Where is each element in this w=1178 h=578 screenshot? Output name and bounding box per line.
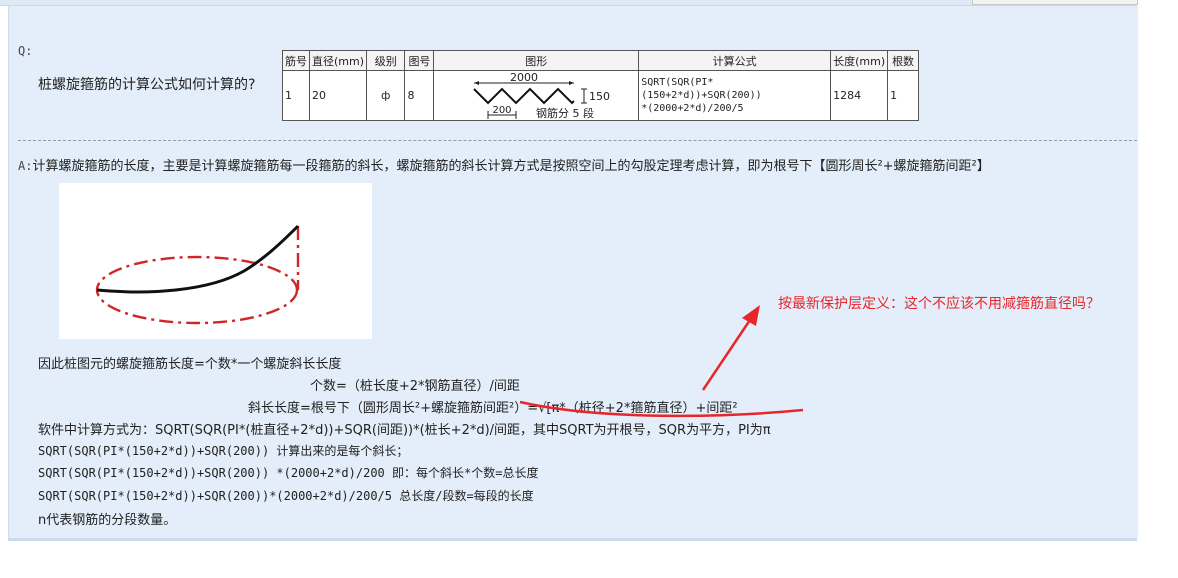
header-diameter: 直径(mm)	[308, 49, 368, 72]
question-label: Q:	[18, 44, 33, 58]
formula-line-2: *(2000+2*d)/200/5	[641, 103, 744, 115]
answer-line-3: 斜长长度=根号下（圆形周长²+螺旋箍筋间距²）=√[π*（桩径+2*箍筋直径）+…	[248, 401, 738, 416]
question-text: 桩螺旋箍筋的计算公式如何计算的?	[38, 77, 256, 93]
cell-figure-no: 8	[404, 70, 435, 121]
header-shape: 图形	[433, 49, 640, 72]
shape-pitch: 200	[493, 105, 512, 116]
qa-divider	[18, 140, 1137, 141]
cell-formula: SQRT(SQR(PI*(150+2*d))+SQR(200)) *(2000+…	[638, 70, 832, 121]
shape-segments: 钢筋分 5 段	[536, 106, 594, 120]
spiral-diagram	[59, 183, 372, 339]
answer-line-2: 个数=（桩长度+2*钢筋直径）/间距	[310, 379, 520, 394]
answer-line-1: 因此桩图元的螺旋箍筋长度=个数*一个螺旋斜长长度	[38, 357, 342, 372]
table-header-row: 筋号 直径(mm) 级别 图号 图形 计算公式 长度(mm) 根数	[282, 49, 919, 72]
panel-bottom-border	[8, 538, 1137, 541]
top-tab[interactable]	[972, 0, 1138, 5]
spiral-drawing	[95, 224, 300, 325]
formula-line-1: SQRT(SQR(PI*(150+2*d))+SQR(200))	[641, 77, 762, 102]
shape-height: 150	[589, 90, 610, 103]
cell-length: 1284	[830, 70, 889, 121]
header-length: 长度(mm)	[830, 49, 889, 72]
cell-diameter: 20	[308, 70, 368, 121]
header-figure-no: 图号	[404, 49, 435, 72]
answer-text: 计算螺旋箍筋的长度，主要是计算螺旋箍筋每一段箍筋的斜长，螺旋箍筋的斜长计算方式是…	[32, 159, 990, 174]
answer-line-5: SQRT(SQR(PI*(150+2*d))+SQR(200)) 计算出来的是每…	[38, 444, 409, 458]
answer-line-4: 软件中计算方式为：SQRT(SQR(PI*(桩直径+2*d))+SQR(间距))…	[38, 423, 771, 438]
cell-grade: ф	[366, 70, 406, 121]
cell-bar-no: 1	[282, 70, 310, 121]
shape-total-length: 2000	[510, 72, 538, 84]
answer-intro: A:计算螺旋箍筋的长度，主要是计算螺旋箍筋每一段箍筋的斜长，螺旋箍筋的斜长计算方…	[18, 155, 990, 174]
table-row: 1 20 ф 8 2000 150 200 钢筋分 5 段 SQRT(SQR(P…	[282, 70, 919, 121]
answer-line-6: SQRT(SQR(PI*(150+2*d))+SQR(200)) *(2000+…	[38, 466, 539, 480]
cell-count: 1	[887, 70, 919, 121]
rebar-table: 筋号 直径(mm) 级别 图号 图形 计算公式 长度(mm) 根数 1 20 ф…	[282, 49, 919, 121]
header-grade: 级别	[366, 49, 406, 72]
zigzag-shape-drawing: 2000 150 200 钢筋分 5 段	[473, 72, 610, 120]
annotation-text: 按最新保护层定义：这个不应该不用减箍筋直径吗？	[778, 296, 1100, 312]
answer-line-8: n代表钢筋的分段数量。	[38, 513, 177, 528]
answer-line-7: SQRT(SQR(PI*(150+2*d))+SQR(200))*(2000+2…	[38, 489, 534, 503]
header-count: 根数	[887, 49, 919, 72]
header-formula: 计算公式	[638, 49, 832, 72]
header-bar-no: 筋号	[282, 49, 310, 72]
answer-label: A:	[18, 159, 33, 173]
cell-shape: 2000 150 200 钢筋分 5 段	[433, 70, 640, 121]
